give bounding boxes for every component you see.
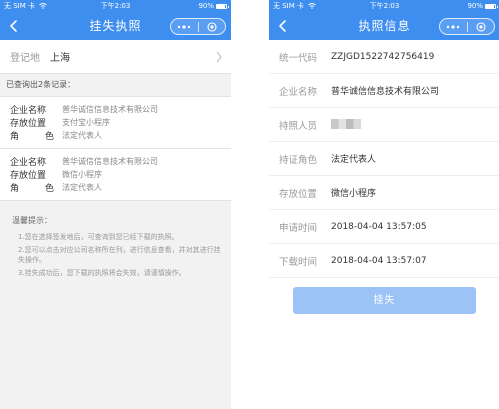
status-time: 下午2:03 bbox=[100, 2, 131, 10]
region-label: 登记地 bbox=[10, 53, 40, 64]
role-label-char-2: 色 bbox=[44, 132, 54, 142]
more-dots-icon bbox=[178, 24, 191, 29]
field-value: 微信小程序 bbox=[331, 189, 377, 199]
role-label-char-1: 角 bbox=[10, 184, 20, 194]
location-label: 存放位置 bbox=[10, 119, 47, 129]
field-value: ZZJGD1522742756419 bbox=[331, 51, 435, 62]
field-label: 下载时间 bbox=[279, 256, 318, 268]
more-button[interactable] bbox=[171, 19, 198, 34]
query-summary: 已查询出2条记录： bbox=[0, 74, 231, 96]
info-row-company: 企业名称 普华诚信信息技术有限公司 bbox=[269, 74, 499, 108]
status-bar: 无 SIM 卡 下午2:03 90% bbox=[0, 0, 231, 13]
company-label: 企业名称 bbox=[10, 106, 47, 116]
location-value: 支付宝小程序 bbox=[62, 118, 110, 127]
close-circle-icon bbox=[207, 21, 217, 32]
record-item[interactable]: 企业名称 普华诚信信息技术有限公司 存放位置 微信小程序 角色法定代表人 bbox=[0, 149, 231, 201]
role-label-char-2: 色 bbox=[44, 184, 54, 194]
region-selector[interactable]: 登记地 上海 bbox=[0, 40, 231, 74]
battery-percent: 90% bbox=[198, 2, 214, 10]
redacted-name bbox=[331, 119, 361, 130]
company-value: 普华诚信信息技术有限公司 bbox=[62, 157, 158, 166]
tip-item: 2.您可以点击对应公司名称所在列，进行信息查看，并对其进行挂失操作。 bbox=[18, 245, 221, 265]
report-loss-button[interactable]: 挂失 bbox=[293, 287, 476, 314]
info-row-holder: 持照人员 bbox=[269, 108, 499, 142]
region-value: 上海 bbox=[50, 53, 70, 64]
field-label: 申请时间 bbox=[279, 222, 318, 234]
mini-program-capsule bbox=[439, 18, 495, 35]
info-row-role: 持证角色 法定代表人 bbox=[269, 142, 499, 176]
battery-status: 90% bbox=[467, 0, 498, 13]
field-value-redacted bbox=[331, 119, 361, 130]
field-value: 2018-04-04 13:57:05 bbox=[331, 221, 427, 232]
field-label: 存放位置 bbox=[279, 188, 318, 200]
field-label: 持证角色 bbox=[279, 154, 318, 166]
tip-item: 3.挂失成功后，您下载的执照将会失效，请谨慎操作。 bbox=[18, 268, 186, 277]
status-time: 下午2:03 bbox=[369, 2, 400, 10]
info-row-apply-time: 申请时间 2018-04-04 13:57:05 bbox=[269, 210, 499, 244]
location-value: 微信小程序 bbox=[62, 170, 102, 179]
field-value: 普华诚信信息技术有限公司 bbox=[331, 87, 440, 97]
field-label: 统一代码 bbox=[279, 52, 318, 64]
battery-percent: 90% bbox=[467, 2, 483, 10]
company-label: 企业名称 bbox=[10, 158, 47, 168]
tips-title: 温馨提示： bbox=[12, 216, 52, 225]
mini-program-capsule bbox=[170, 18, 226, 35]
role-value: 法定代表人 bbox=[62, 131, 102, 140]
close-button[interactable] bbox=[199, 19, 226, 34]
status-bar: 无 SIM 卡 下午2:03 90% bbox=[269, 0, 499, 13]
left-screen: 无 SIM 卡 下午2:03 90% 挂失执照 登记地 上海 已查询出2条记录：… bbox=[0, 0, 231, 409]
close-circle-icon bbox=[476, 21, 486, 32]
role-label: 角色 bbox=[10, 181, 62, 194]
close-button[interactable] bbox=[468, 19, 495, 34]
role-label-char-1: 角 bbox=[10, 132, 20, 142]
info-row-code: 统一代码 ZZJGD1522742756419 bbox=[269, 40, 499, 74]
record-item[interactable]: 企业名称 普华诚信信息技术有限公司 存放位置 支付宝小程序 角色法定代表人 bbox=[0, 96, 231, 149]
field-label: 企业名称 bbox=[279, 86, 318, 98]
info-row-location: 存放位置 微信小程序 bbox=[269, 176, 499, 210]
more-dots-icon bbox=[447, 24, 460, 29]
battery-icon bbox=[485, 4, 498, 9]
role-label: 角色 bbox=[10, 129, 62, 142]
battery-status: 90% bbox=[198, 0, 229, 13]
location-label: 存放位置 bbox=[10, 171, 47, 181]
nav-bar: 挂失执照 bbox=[0, 13, 231, 40]
battery-icon bbox=[216, 4, 229, 9]
info-row-download-time: 下载时间 2018-04-04 13:57:07 bbox=[269, 244, 499, 278]
field-value: 2018-04-04 13:57:07 bbox=[331, 255, 427, 266]
field-label: 持照人员 bbox=[279, 120, 318, 132]
nav-bar: 执照信息 bbox=[269, 13, 499, 40]
chevron-right-icon bbox=[216, 51, 222, 63]
right-screen: 无 SIM 卡 下午2:03 90% 执照信息 统一代码 ZZJGD152274… bbox=[269, 0, 499, 409]
more-button[interactable] bbox=[440, 19, 467, 34]
field-value: 法定代表人 bbox=[331, 155, 377, 165]
tips-section: 温馨提示： 1.您在选择签发地后，可查询到您已经下载的执照。 2.您可以点击对应… bbox=[0, 201, 231, 278]
role-value: 法定代表人 bbox=[62, 183, 102, 192]
tip-item: 1.您在选择签发地后，可查询到您已经下载的执照。 bbox=[18, 233, 179, 241]
company-value: 普华诚信信息技术有限公司 bbox=[62, 105, 158, 114]
